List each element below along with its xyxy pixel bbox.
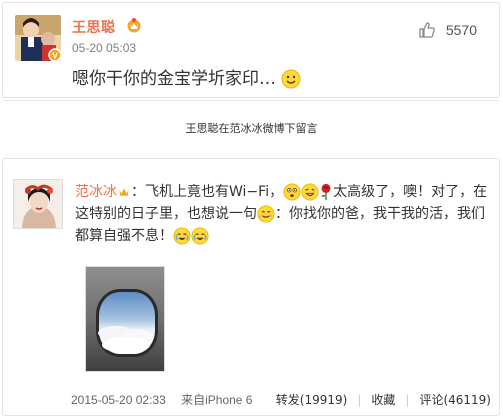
repost-button[interactable]: 转发(19919) <box>276 391 348 408</box>
comment-time: 05-20 05:03 <box>72 41 137 55</box>
vip-crown-icon <box>119 188 129 196</box>
divider: | <box>405 392 410 407</box>
post-meta: 2015-05-20 02:33 来自iPhone 6 <box>71 391 252 408</box>
avatar[interactable] <box>13 179 63 229</box>
comment-author[interactable]: 王思聪 <box>72 17 116 37</box>
smile-emoji-icon <box>281 69 301 89</box>
tears-emoji-icon <box>173 227 191 245</box>
smile-emoji-icon <box>257 205 275 223</box>
comment-text: 嗯你干你的金宝学圻家印… <box>72 69 276 89</box>
vip-crown-icon <box>127 18 141 33</box>
thumbs-up-icon <box>419 22 435 38</box>
post-author[interactable]: 范冰冰 <box>75 184 117 200</box>
post-time[interactable]: 2015-05-20 02:33 <box>71 393 166 407</box>
post-photo[interactable] <box>85 266 165 372</box>
caption: 王思聪在范冰冰微博下留言 <box>185 122 318 135</box>
divider: | <box>357 392 362 407</box>
weibo-post-card: 范冰冰 ：飞机上竟也有Wi−Fi， 太高级了，噢！对了，在这特别的日子里，也想说… <box>2 158 500 416</box>
favorite-button[interactable]: 收藏 <box>371 391 395 408</box>
laugh-emoji-icon <box>301 183 319 201</box>
comment-content: 嗯你干你的金宝学圻家印… <box>72 64 301 89</box>
wow-emoji-icon <box>283 183 301 201</box>
comment-card: V 王思聪 05-20 05:03 嗯你干你的金宝学圻家印… 5570 <box>2 2 500 101</box>
svg-text:V: V <box>52 52 58 61</box>
post-actions: 转发(19919) | 收藏 | 评论(46119) <box>276 391 491 408</box>
tears-emoji-icon <box>191 227 209 245</box>
post-text: 范冰冰 ：飞机上竟也有Wi−Fi， 太高级了，噢！对了，在这特别的日子里，也想说… <box>75 181 493 247</box>
like-button[interactable]: 5570 <box>418 21 477 39</box>
post-source: 来自iPhone 6 <box>181 393 253 407</box>
rose-icon <box>321 183 331 201</box>
avatar[interactable]: V <box>15 15 61 61</box>
post-text-part1: ：飞机上竟也有Wi−Fi， <box>131 184 284 200</box>
like-count: 5570 <box>445 22 477 38</box>
comment-button[interactable]: 评论(46119) <box>419 391 491 408</box>
